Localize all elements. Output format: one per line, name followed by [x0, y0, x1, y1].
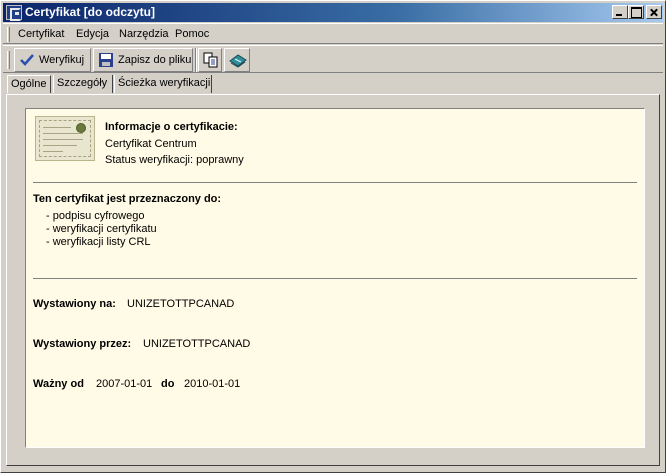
window-title: Certyfikat [do odczytu]	[25, 5, 156, 19]
verify-button[interactable]: Weryfikuj	[14, 48, 91, 72]
toolbar-grip[interactable]	[7, 51, 10, 69]
copy-icon	[203, 52, 218, 68]
divider	[33, 278, 637, 279]
issued-by-label: Wystawiony przez:	[33, 338, 132, 350]
floppy-disk-icon	[99, 53, 113, 67]
valid-from-value: 2007-01-01	[96, 378, 153, 390]
menu-bar: Certyfikat Edycja Narzędzia Pomoc	[3, 23, 663, 44]
purpose-item: - weryfikacji certyfikatu	[46, 223, 157, 235]
app-icon	[6, 5, 22, 21]
toolbar-separator	[195, 48, 197, 72]
valid-to-value: 2010-01-01	[184, 378, 241, 390]
book-icon	[229, 54, 247, 68]
general-tab-panel: Informacje o certyfikacie: Certyfikat Ce…	[6, 94, 660, 466]
tab-sciezka-weryfikacji[interactable]: Ścieżka weryfikacji	[114, 75, 212, 93]
purpose-item: - weryfikacji listy CRL	[46, 236, 151, 248]
save-to-file-button[interactable]: Zapisz do pliku	[93, 48, 193, 72]
valid-to-label: do	[161, 378, 175, 390]
valid-from-label: Ważny od	[33, 378, 84, 390]
verify-label: Weryfikuj	[39, 54, 85, 66]
certificate-info-area: Informacje o certyfikacie: Certyfikat Ce…	[25, 108, 645, 448]
issued-to-value: UNIZETOTTPCANAD	[127, 298, 235, 310]
menu-certyfikat[interactable]: Certyfikat	[18, 28, 64, 40]
verification-status: Status weryfikacji: poprawny	[105, 154, 244, 166]
copy-button[interactable]	[198, 48, 222, 72]
minimize-button[interactable]	[612, 5, 628, 19]
tab-szczegoly[interactable]: Szczegóły	[53, 75, 113, 93]
tab-ogolne[interactable]: Ogólne	[7, 75, 51, 93]
help-book-button[interactable]	[224, 48, 250, 72]
issued-to-label: Wystawiony na:	[33, 298, 116, 310]
close-button[interactable]	[646, 5, 662, 19]
checkmark-icon	[20, 54, 34, 66]
certificate-icon	[35, 116, 95, 161]
purpose-item: - podpisu cyfrowego	[46, 210, 145, 222]
menu-pomoc[interactable]: Pomoc	[175, 28, 209, 40]
save-to-file-label: Zapisz do pliku	[118, 54, 192, 66]
issued-by-value: UNIZETOTTPCANAD	[143, 338, 251, 350]
toolbar: Weryfikuj Zapisz do pliku	[3, 45, 663, 73]
purpose-heading: Ten certyfikat jest przeznaczony do:	[33, 193, 222, 205]
info-heading: Informacje o certyfikacie:	[105, 121, 238, 133]
menu-edycja[interactable]: Edycja	[76, 28, 109, 40]
certificate-window: Certyfikat [do odczytu] Certyfikat Edycj…	[0, 0, 666, 473]
menu-narzedzia[interactable]: Narzędzia	[119, 28, 169, 40]
certificate-name: Certyfikat Centrum	[105, 138, 197, 150]
divider	[33, 182, 637, 183]
maximize-button[interactable]	[628, 5, 644, 19]
title-bar[interactable]: Certyfikat [do odczytu]	[3, 3, 663, 22]
menubar-grip[interactable]	[7, 27, 10, 42]
